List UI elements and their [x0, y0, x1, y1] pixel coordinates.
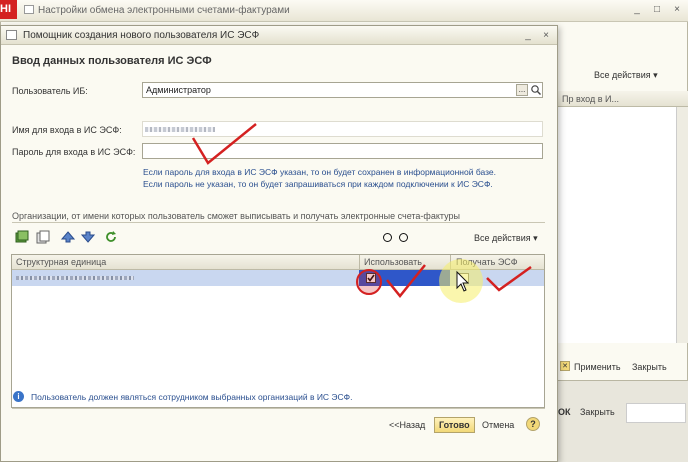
red-checkmark: [486, 265, 532, 292]
click-highlight-red: [356, 269, 382, 295]
annotation-overlay: [191, 123, 532, 303]
red-checkmark: [386, 264, 426, 298]
red-checkmark: [191, 123, 257, 165]
